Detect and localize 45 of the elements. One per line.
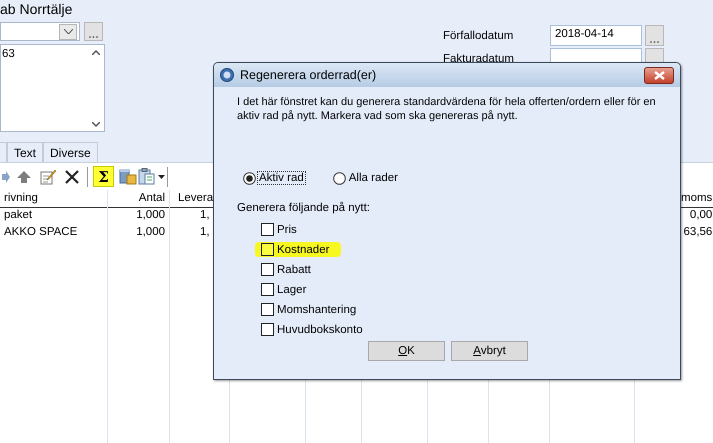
edit-icon [40, 168, 56, 184]
delete-icon [64, 170, 78, 184]
app-icon [220, 68, 234, 82]
up-arrow-icon [16, 170, 30, 182]
scroll-up-icon[interactable] [92, 50, 100, 55]
dialog-button[interactable]: Avbryt [451, 341, 528, 361]
checkbox[interactable] [261, 323, 274, 336]
scroll-down-icon[interactable] [92, 122, 100, 127]
sum-button[interactable]: Σ [93, 166, 114, 187]
close-button[interactable] [644, 66, 674, 84]
tab[interactable]: Diverse [43, 142, 98, 162]
tab[interactable]: Text [7, 142, 44, 162]
table-cell: paket [0, 207, 108, 224]
checkbox[interactable] [261, 303, 274, 316]
checkbox-option[interactable]: Rabatt [261, 262, 313, 277]
column-header[interactable]: Antal [108, 190, 170, 208]
checkbox-option[interactable]: Lager [261, 282, 308, 297]
table-cell: 1,000 [108, 224, 170, 241]
paste-icon [138, 168, 165, 185]
checkbox[interactable] [261, 283, 274, 296]
close-icon [654, 70, 664, 80]
dropdown-icon [64, 29, 72, 34]
date-label: Förfallodatum [443, 30, 514, 42]
dialog-button[interactable]: OK [368, 341, 445, 361]
checkbox-option[interactable]: Huvudbokskonto [261, 322, 365, 337]
radio-option[interactable]: Aktiv rad [243, 170, 305, 186]
checkbox[interactable] [261, 223, 274, 236]
date-field[interactable]: 2018-04-14 [550, 25, 642, 46]
dialog-title: Regenerera orderrad(er) [240, 68, 376, 82]
checkbox-option[interactable]: Pris [261, 222, 299, 237]
checkbox[interactable] [261, 263, 274, 276]
checkbox[interactable] [261, 243, 274, 256]
table-cell: 1,000 [108, 207, 170, 224]
checkbox-option[interactable]: Momshantering [261, 302, 358, 317]
group-label: Generera följande på nytt: [237, 202, 371, 214]
arrow-icon [2, 170, 10, 182]
boxes-icon [118, 168, 136, 185]
radio-option[interactable]: Alla rader [332, 170, 399, 186]
column-header[interactable]: rivning [0, 190, 108, 208]
checkbox-option[interactable]: Kostnader [255, 242, 342, 257]
table-cell: AKKO SPACE [0, 224, 108, 241]
instruction-text: I det här fönstret kan du generera standardvärdena för hela offerten/ordern eller för en aktiv rad på nytt. Markera vad som ska genereras på nytt. [237, 95, 657, 123]
company-name: ab Norrtälje [0, 0, 74, 19]
address-field[interactable]: 63 [0, 44, 105, 132]
date-label: Fakturadatum [443, 52, 515, 64]
